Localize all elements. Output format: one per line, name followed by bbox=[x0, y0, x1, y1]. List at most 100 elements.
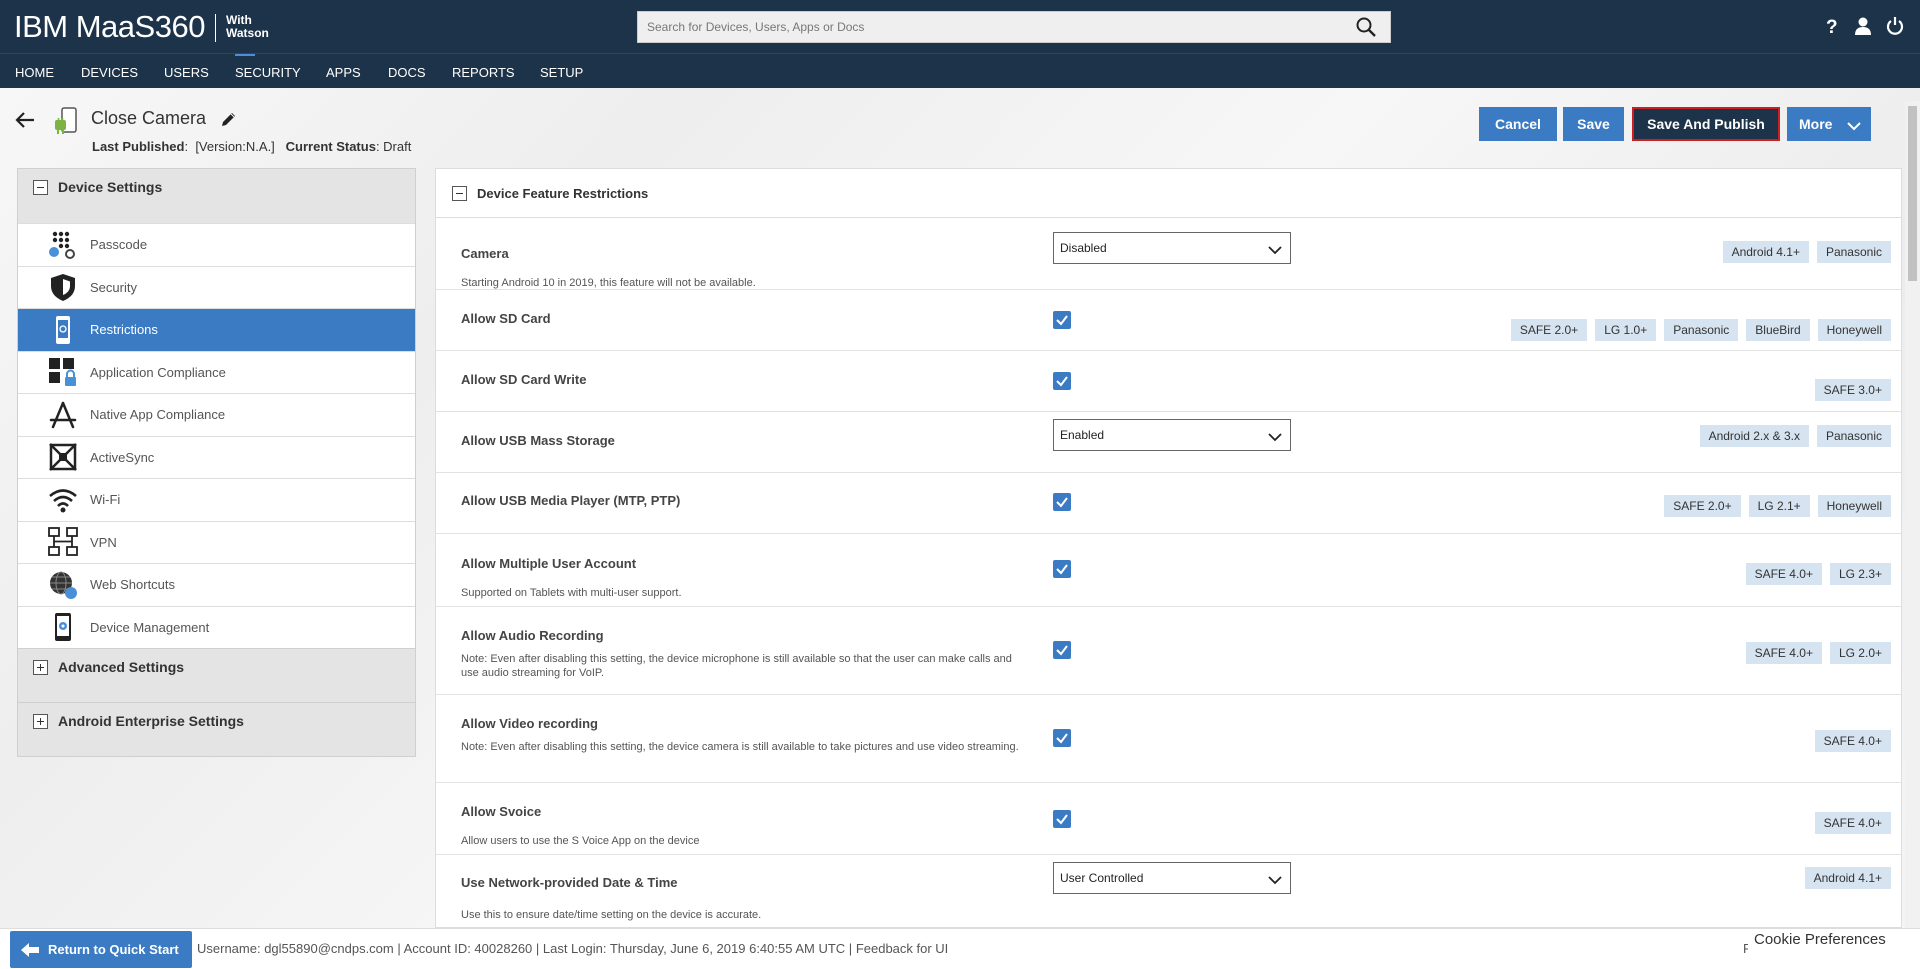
advanced-settings-group[interactable]: Advanced Settings bbox=[17, 649, 416, 703]
search-box bbox=[637, 11, 1391, 43]
page-scrollbar[interactable] bbox=[1905, 101, 1920, 928]
svoice-checkbox[interactable] bbox=[1053, 810, 1071, 828]
android-enterprise-settings-group[interactable]: Android Enterprise Settings bbox=[17, 703, 416, 757]
nav-devices[interactable]: DEVICES bbox=[81, 65, 138, 80]
chevron-down-icon bbox=[1268, 874, 1282, 885]
usb-media-player-checkbox[interactable] bbox=[1053, 493, 1071, 511]
sd-card-write-checkbox[interactable] bbox=[1053, 372, 1071, 390]
sidebar-item-label: Device Management bbox=[90, 619, 210, 635]
platform-tags: SAFE 3.0+ bbox=[1814, 379, 1891, 401]
collapse-icon[interactable] bbox=[452, 186, 467, 201]
keypad-icon bbox=[48, 230, 78, 260]
help-icon[interactable]: ? bbox=[1822, 16, 1840, 38]
phone-restriction-icon bbox=[48, 315, 78, 345]
nav-apps[interactable]: APPS bbox=[326, 65, 361, 80]
nav-active-indicator bbox=[235, 54, 255, 56]
section-title: Device Feature Restrictions bbox=[477, 185, 649, 201]
cookie-preferences-link[interactable]: Cookie Preferences bbox=[1748, 929, 1910, 950]
platform-tag: SAFE 4.0+ bbox=[1745, 642, 1822, 664]
footer-bar: Return to Quick Start Username: dgl55890… bbox=[0, 928, 1920, 969]
network-date-time-select[interactable]: User Controlled bbox=[1053, 862, 1291, 894]
logo-watson-text: Watson bbox=[226, 26, 269, 40]
return-to-quick-start-button[interactable]: Return to Quick Start bbox=[10, 931, 192, 968]
platform-tag: SAFE 4.0+ bbox=[1814, 812, 1891, 834]
expand-icon[interactable] bbox=[33, 660, 48, 675]
setting-row-usb-mass-storage: Allow USB Mass Storage Enabled Android 2… bbox=[436, 412, 1901, 473]
chevron-down-icon bbox=[1847, 118, 1861, 131]
back-arrow-icon[interactable] bbox=[14, 110, 36, 130]
platform-tag: BlueBird bbox=[1746, 319, 1810, 341]
header-icons: ? bbox=[1822, 16, 1904, 38]
top-header: IBM MaaS360 With Watson ? bbox=[0, 0, 1920, 53]
globe-icon bbox=[48, 570, 78, 600]
sidebar-item-passcode[interactable]: Passcode bbox=[18, 223, 415, 266]
platform-tag: LG 2.1+ bbox=[1748, 495, 1810, 517]
account-info: Username: dgl55890@cndps.com | Account I… bbox=[197, 941, 948, 956]
collapse-icon[interactable] bbox=[33, 180, 48, 195]
sidebar-item-native-app-compliance[interactable]: Native App Compliance bbox=[18, 393, 415, 436]
sidebar-item-security[interactable]: Security bbox=[18, 265, 415, 308]
setting-note: Use this to ensure date/time setting on … bbox=[461, 909, 762, 921]
platform-tag: SAFE 3.0+ bbox=[1814, 379, 1891, 401]
power-icon[interactable] bbox=[1886, 16, 1904, 36]
section-header[interactable]: Device Feature Restrictions bbox=[436, 169, 1901, 218]
nav-users[interactable]: USERS bbox=[164, 65, 209, 80]
shield-icon bbox=[48, 272, 78, 302]
android-device-icon bbox=[52, 106, 82, 136]
sidebar-item-activesync[interactable]: ActiveSync bbox=[18, 435, 415, 478]
multiple-user-account-checkbox[interactable] bbox=[1053, 560, 1071, 578]
setting-note: Note: Even after disabling this setting,… bbox=[461, 653, 1012, 679]
user-icon[interactable] bbox=[1854, 16, 1872, 36]
sidebar-item-application-compliance[interactable]: Application Compliance bbox=[18, 350, 415, 393]
select-value: Disabled bbox=[1060, 241, 1107, 255]
arrow-left-icon bbox=[20, 942, 40, 958]
nav-reports[interactable]: REPORTS bbox=[452, 65, 515, 80]
app-lock-icon bbox=[48, 357, 78, 387]
quick-start-label: Return to Quick Start bbox=[48, 942, 179, 957]
nav-docs[interactable]: DOCS bbox=[388, 65, 426, 80]
camera-select[interactable]: Disabled bbox=[1053, 232, 1291, 264]
nav-setup[interactable]: SETUP bbox=[540, 65, 583, 80]
setting-label: Use Network-provided Date & Time bbox=[461, 875, 678, 890]
sd-card-checkbox[interactable] bbox=[1053, 311, 1071, 329]
more-button[interactable]: More bbox=[1787, 107, 1871, 141]
setting-label: Camera bbox=[461, 246, 509, 261]
advanced-settings-title: Advanced Settings bbox=[58, 659, 185, 675]
audio-recording-checkbox[interactable] bbox=[1053, 641, 1071, 659]
cancel-button[interactable]: Cancel bbox=[1479, 107, 1557, 141]
sidebar-item-web-shortcuts[interactable]: Web Shortcuts bbox=[18, 563, 415, 606]
main-nav: HOME DEVICES USERS SECURITY APPS DOCS RE… bbox=[0, 53, 1920, 88]
usb-mass-storage-select[interactable]: Enabled bbox=[1053, 419, 1291, 451]
sidebar-item-restrictions[interactable]: Restrictions bbox=[18, 308, 415, 351]
platform-tag: SAFE 4.0+ bbox=[1814, 730, 1891, 752]
save-button[interactable]: Save bbox=[1563, 107, 1624, 141]
setting-label: Allow SD Card Write bbox=[461, 372, 587, 387]
scrollbar-thumb[interactable] bbox=[1908, 106, 1917, 281]
nav-home[interactable]: HOME bbox=[15, 65, 54, 80]
android-enterprise-settings-title: Android Enterprise Settings bbox=[58, 713, 244, 729]
sidebar-item-label: Web Shortcuts bbox=[90, 577, 176, 593]
setting-row-sd-card-write: Allow SD Card Write SAFE 3.0+ bbox=[436, 351, 1901, 412]
save-and-publish-button[interactable]: Save And Publish bbox=[1632, 107, 1780, 141]
platform-tag: Android 4.1+ bbox=[1722, 241, 1809, 263]
select-value: Enabled bbox=[1060, 428, 1105, 442]
sidebar-item-wifi[interactable]: Wi-Fi bbox=[18, 478, 415, 521]
feedback-link[interactable]: Feedback for UI bbox=[856, 941, 949, 956]
search-icon[interactable] bbox=[1356, 17, 1376, 37]
platform-tags: SAFE 4.0+ bbox=[1814, 730, 1891, 752]
expand-icon[interactable] bbox=[33, 714, 48, 729]
wifi-icon bbox=[48, 485, 78, 515]
setting-row-multiple-user-account: Allow Multiple User Account Supported on… bbox=[436, 534, 1901, 607]
platform-tag: Honeywell bbox=[1817, 495, 1891, 517]
sidebar-item-vpn[interactable]: VPN bbox=[18, 520, 415, 563]
search-input[interactable] bbox=[638, 12, 1338, 42]
logo[interactable]: IBM MaaS360 bbox=[14, 10, 205, 44]
video-recording-checkbox[interactable] bbox=[1053, 729, 1071, 747]
network-icon bbox=[48, 527, 78, 557]
platform-tag: SAFE 4.0+ bbox=[1745, 563, 1822, 585]
nav-security[interactable]: SECURITY bbox=[235, 65, 301, 80]
platform-tags: Android 2.x & 3.x Panasonic bbox=[1699, 425, 1891, 447]
pencil-edit-icon[interactable] bbox=[220, 110, 238, 128]
sidebar-item-device-management[interactable]: Device Management bbox=[18, 605, 415, 648]
device-settings-header[interactable]: Device Settings bbox=[18, 169, 415, 223]
